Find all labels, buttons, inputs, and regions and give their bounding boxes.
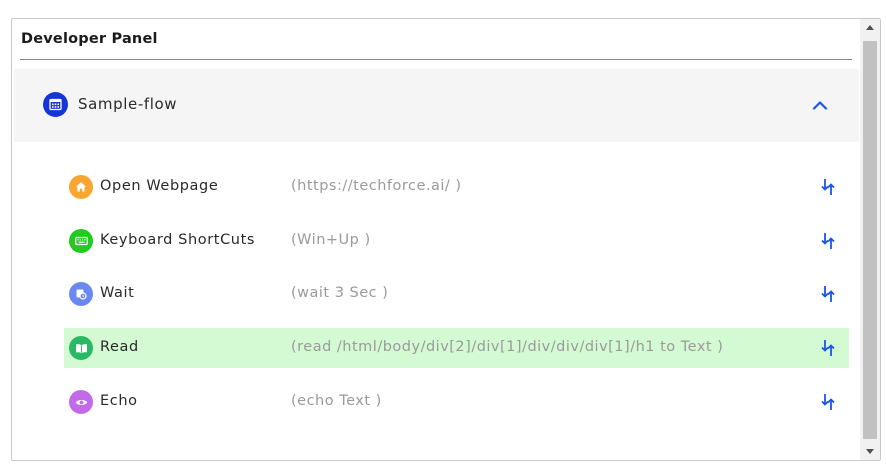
step-detail: (read /html/body/div[2]/div[1]/div/div/d… — [291, 339, 724, 355]
flow-step-echo[interactable]: Echo (echo Text ) — [64, 382, 849, 422]
panel-header: Developer Panel — [20, 19, 852, 60]
scroll-up-arrow-icon[interactable] — [860, 19, 880, 36]
eye-icon — [69, 390, 93, 414]
sort-arrows-icon[interactable] — [819, 337, 837, 359]
sort-arrows-icon[interactable] — [819, 176, 837, 198]
sort-arrows-icon[interactable] — [819, 230, 837, 252]
step-label: Wait — [100, 285, 135, 301]
calendar-grid-icon — [43, 92, 68, 117]
scroll-down-arrow-icon[interactable] — [860, 443, 880, 460]
flow-step-open-webpage[interactable]: Open Webpage (https://techforce.ai/ ) — [64, 167, 849, 207]
sort-arrows-icon[interactable] — [819, 391, 837, 413]
chevron-up-icon[interactable] — [809, 95, 831, 115]
flow-step-read[interactable]: Read (read /html/body/div[2]/div[1]/div/… — [64, 328, 849, 368]
home-icon — [69, 175, 93, 199]
flow-accordion-header[interactable]: Sample-flow — [14, 69, 859, 142]
book-icon — [69, 336, 93, 360]
step-label: Read — [100, 339, 139, 355]
step-label: Open Webpage — [100, 178, 219, 194]
step-detail: (https://techforce.ai/ ) — [291, 178, 462, 194]
flow-step-keyboard-shortcuts[interactable]: Keyboard ShortCuts (Win+Up ) — [64, 221, 849, 261]
scrollbar-thumb[interactable] — [863, 41, 877, 439]
panel-title: Developer Panel — [21, 31, 158, 47]
clock-icon — [69, 282, 93, 306]
flow-name: Sample-flow — [78, 95, 178, 113]
step-detail: (Win+Up ) — [291, 232, 371, 248]
step-label: Keyboard ShortCuts — [100, 232, 256, 248]
keyboard-icon — [69, 229, 93, 253]
flow-step-wait[interactable]: Wait (wait 3 Sec ) — [64, 274, 849, 314]
step-label: Echo — [100, 393, 138, 409]
developer-panel: Developer Panel Sample-flow Open Webpage… — [11, 18, 881, 461]
step-detail: (echo Text ) — [291, 393, 382, 409]
vertical-scrollbar[interactable] — [860, 19, 880, 460]
sort-arrows-icon[interactable] — [819, 283, 837, 305]
step-detail: (wait 3 Sec ) — [291, 285, 389, 301]
